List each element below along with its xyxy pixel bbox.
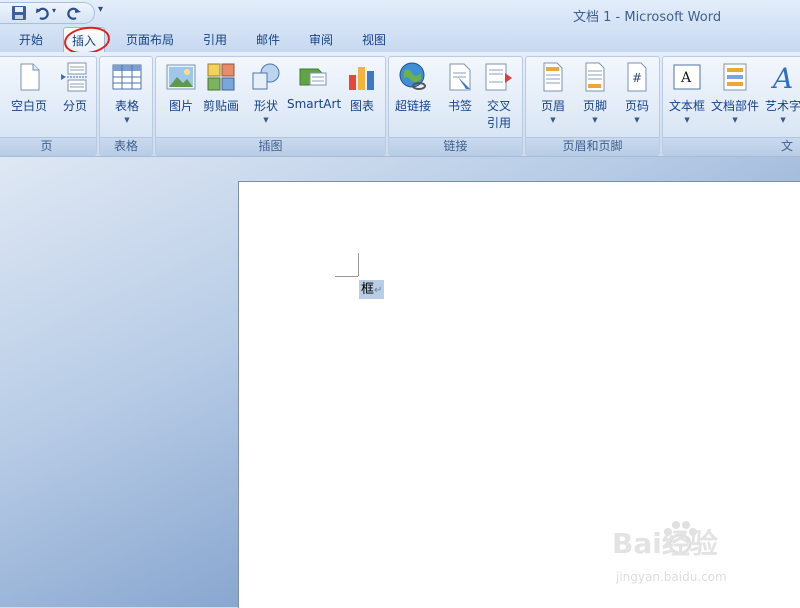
shapes-dropdown-icon: ▼: [263, 116, 269, 124]
paragraph-mark: ↵: [374, 285, 383, 296]
group-label-header-footer: 页眉和页脚: [526, 137, 659, 155]
page-break-button[interactable]: 分页: [59, 61, 91, 114]
save-icon[interactable]: [11, 5, 27, 21]
chart-button[interactable]: 图表: [346, 61, 378, 114]
blank-page-button[interactable]: 空白页: [11, 61, 47, 114]
tab-page-layout[interactable]: 页面布局: [126, 31, 174, 48]
hyperlink-button[interactable]: 超链接: [395, 61, 431, 114]
tab-mailings[interactable]: 邮件: [256, 31, 280, 48]
page-break-label: 分页: [62, 99, 87, 113]
bookmark-icon: [449, 63, 471, 91]
group-tables: 表格 ▼ 表格: [99, 56, 153, 156]
svg-text:A: A: [680, 70, 692, 86]
picture-icon: [166, 64, 196, 90]
shapes-label: 形状: [253, 99, 278, 113]
quick-parts-dropdown-icon: ▼: [732, 116, 738, 124]
page-number-dropdown-icon: ▼: [634, 116, 640, 124]
watermark-url: jingyan.baidu.com: [616, 570, 727, 584]
watermark-brand: Bai经验: [612, 527, 718, 560]
smartart-label: SmartArt: [287, 97, 342, 111]
text-box-icon: A: [673, 64, 701, 90]
quick-parts-button[interactable]: 文档部件 ▼: [711, 61, 759, 124]
tab-view[interactable]: 视图: [362, 31, 386, 48]
group-header-footer: 页眉 ▼ 页脚 ▼ # 页码 ▼ 页眉和页脚: [525, 56, 660, 156]
group-links: 超链接 书签 交叉 引用 链接: [388, 56, 523, 156]
margin-corner-mark: [335, 276, 358, 277]
selected-text[interactable]: 框↵: [359, 280, 385, 299]
group-label-illustrations: 插图: [156, 137, 385, 155]
table-icon: [112, 64, 142, 90]
text-box-button[interactable]: A 文本框 ▼: [669, 61, 705, 124]
cross-reference-button[interactable]: 交叉 引用: [483, 61, 515, 131]
window-title: 文档 1 - Microsoft Word: [573, 10, 722, 25]
redo-icon[interactable]: [66, 5, 82, 21]
bookmark-button[interactable]: 书签: [444, 61, 476, 114]
header-button[interactable]: 页眉 ▼: [537, 61, 569, 124]
group-label-tables: 表格: [100, 137, 152, 155]
table-label: 表格: [114, 99, 139, 113]
tab-home[interactable]: 开始: [19, 31, 43, 48]
bookmark-label: 书签: [447, 99, 472, 113]
header-dropdown-icon: ▼: [550, 116, 556, 124]
blank-page-icon: [20, 63, 40, 91]
hyperlink-label: 超链接: [395, 99, 432, 113]
smartart-button[interactable]: SmartArt: [287, 61, 341, 111]
wordart-icon: A: [770, 62, 793, 93]
tab-review[interactable]: 审阅: [309, 31, 333, 48]
blank-page-label: 空白页: [11, 99, 48, 113]
group-pages: 空白页 分页 页: [0, 56, 97, 156]
quick-parts-icon: [723, 63, 747, 91]
smartart-icon: [299, 68, 327, 86]
undo-dropdown-icon[interactable]: ▾: [52, 6, 56, 15]
table-dropdown-icon: ▼: [124, 116, 130, 124]
clip-art-label: 剪贴画: [203, 99, 240, 113]
page-number-label: 页码: [624, 99, 649, 113]
group-illustrations: 图片 剪贴画 形状 ▼ SmartArt 图表 插图: [155, 56, 386, 156]
wordart-dropdown-icon: ▼: [780, 116, 786, 124]
page-number-icon: #: [627, 62, 647, 92]
page-break-icon: [61, 62, 88, 92]
shapes-icon: [252, 63, 280, 90]
text-box-label: 文本框: [669, 99, 706, 113]
margin-corner-mark-vertical: [358, 253, 359, 276]
chart-label: 图表: [349, 99, 374, 113]
quick-parts-label: 文档部件: [711, 99, 760, 113]
clip-art-button[interactable]: 剪贴画: [203, 61, 239, 114]
customize-qat-icon[interactable]: ▾: [98, 4, 103, 15]
title-bar: ▾ ▾ 文档 1 - Microsoft Word: [0, 0, 800, 26]
ribbon-tabs: 开始 插入 页面布局 引用 邮件 审阅 视图: [0, 26, 800, 53]
picture-label: 图片: [168, 99, 193, 113]
undo-icon[interactable]: [34, 5, 50, 21]
wordart-label: 艺术字: [765, 99, 800, 113]
page-number-button[interactable]: # 页码 ▼: [621, 61, 653, 124]
footer-button[interactable]: 页脚 ▼: [579, 61, 611, 124]
ribbon: 空白页 分页 页 表格 ▼ 表格 图片 剪贴画 形状 ▼ SmartArt 图表…: [0, 52, 800, 157]
footer-icon: [585, 62, 605, 92]
hyperlink-icon: [399, 62, 426, 90]
selected-text-content: 框: [361, 282, 375, 297]
group-text: A 文本框 ▼ 文档部件 ▼ A 艺术字 ▼ 文: [662, 56, 800, 156]
picture-button[interactable]: 图片: [165, 61, 197, 114]
group-label-pages: 页: [0, 137, 96, 155]
chart-icon: [349, 67, 374, 90]
tab-references[interactable]: 引用: [203, 31, 227, 48]
svg-text:A: A: [770, 62, 793, 93]
cross-reference-label-line1: 交叉: [486, 99, 511, 113]
table-button[interactable]: 表格 ▼: [111, 61, 143, 124]
footer-label: 页脚: [582, 99, 607, 113]
group-label-text: 文: [663, 137, 800, 155]
group-label-links: 链接: [389, 137, 522, 155]
cross-reference-label-line2: 引用: [486, 116, 511, 130]
header-icon: [543, 62, 563, 92]
wordart-button[interactable]: A 艺术字 ▼: [765, 61, 800, 124]
shapes-button[interactable]: 形状 ▼: [250, 61, 282, 124]
footer-dropdown-icon: ▼: [592, 116, 598, 124]
clip-art-icon: [207, 63, 235, 91]
cross-reference-icon: [485, 63, 512, 91]
svg-text:#: #: [632, 71, 642, 85]
header-label: 页眉: [540, 99, 565, 113]
text-box-dropdown-icon: ▼: [684, 116, 690, 124]
quick-access-toolbar: ▾: [0, 2, 95, 24]
